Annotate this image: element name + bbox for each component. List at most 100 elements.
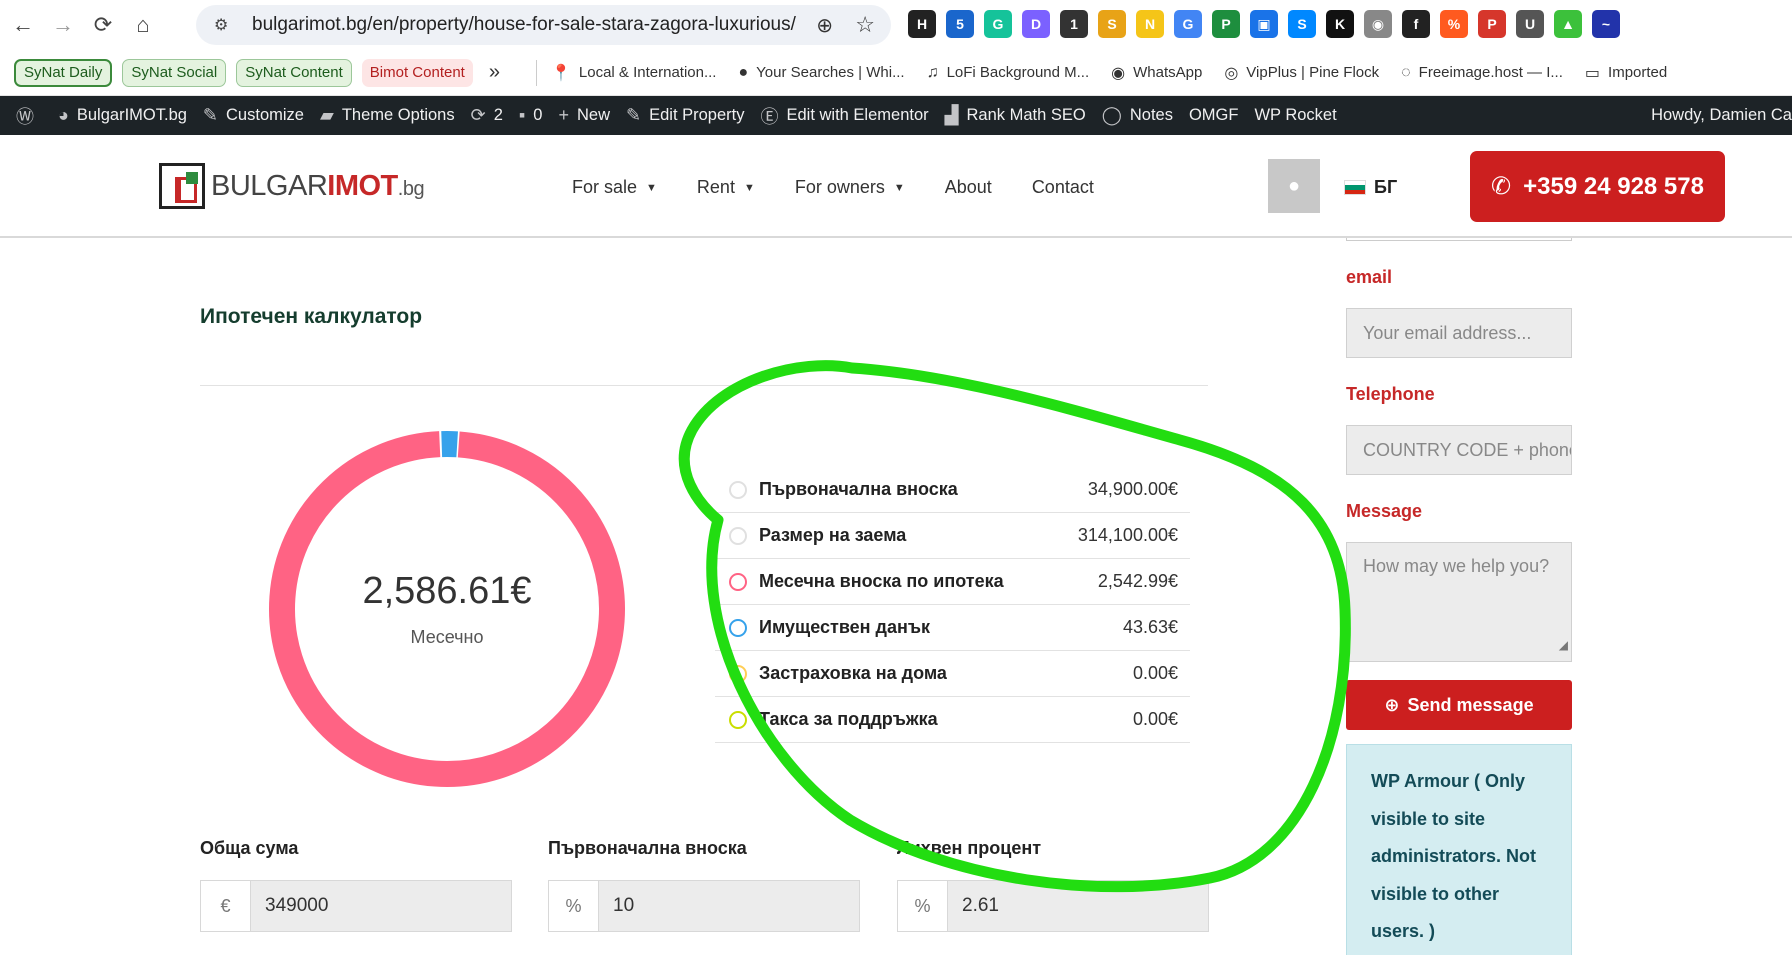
more-bookmarks-icon[interactable]: » <box>489 61 500 84</box>
calculator-input[interactable]: % 10 <box>548 880 860 932</box>
wp-bar-item[interactable]: WP Rocket <box>1254 106 1336 125</box>
breakdown-label: Застраховка на дома <box>759 663 947 683</box>
bookmark-pill[interactable]: SyNat Daily <box>14 58 113 87</box>
wp-bar-item[interactable]: ✎ Customize <box>203 105 304 126</box>
phone-button[interactable]: ✆ +359 24 928 578 <box>1470 151 1725 222</box>
legend-dot-icon[interactable] <box>729 664 747 683</box>
color-icon[interactable]: % <box>1440 10 1468 38</box>
user-avatar-icon[interactable]: ● <box>1268 159 1320 213</box>
thumb-icon[interactable]: ▲ <box>1554 10 1582 38</box>
forward-icon[interactable]: → <box>46 8 80 42</box>
camera-icon[interactable]: ◉ <box>1364 10 1392 38</box>
extensions-row: H 5 G D 1 S N G P ▣ S K ◉ f% P U ▲ ~ <box>908 10 1620 40</box>
howdy-text[interactable]: Howdy, Damien Ca <box>1651 106 1792 125</box>
wp-bar-item[interactable]: ⟳ 2 <box>471 105 503 126</box>
input-value[interactable]: 349000 <box>251 881 511 931</box>
screen-icon[interactable]: ▣ <box>1250 10 1278 38</box>
menu-item[interactable]: Rent ▼ <box>697 177 755 198</box>
wp-bar-item[interactable]: ▪ 0 <box>519 105 543 126</box>
input-value[interactable]: 10 <box>599 881 859 931</box>
wp-bar-item[interactable]: Ⓦ <box>16 103 42 129</box>
analytics-icon[interactable]: ~ <box>1592 10 1620 38</box>
shazam-icon[interactable]: S <box>1288 10 1316 38</box>
back-icon[interactable]: ← <box>6 8 40 42</box>
caret-down-icon: ▼ <box>646 181 657 194</box>
logo-text: BULGARIMOT.bg <box>211 169 425 202</box>
bookmark-item[interactable]: ◌ Freeimage.host — I... <box>1401 64 1563 82</box>
zoom-icon[interactable]: ⊕ <box>816 13 833 38</box>
pick-icon[interactable]: P <box>1478 10 1506 38</box>
menu-item[interactable]: For sale ▼ <box>572 177 657 198</box>
wp-bar-label: Edit Property <box>649 106 745 124</box>
reload-icon[interactable]: ⟳ <box>86 8 120 42</box>
wp-bar-item[interactable]: + New <box>558 105 610 126</box>
url-text[interactable]: bulgarimot.bg/en/property/house-for-sale… <box>252 14 796 36</box>
contact-form: email Your email address... Telephone CO… <box>1346 238 1572 955</box>
input-prefix: % <box>549 881 599 931</box>
font-icon[interactable]: f <box>1402 10 1430 38</box>
calculator-input[interactable]: €349000 <box>200 880 512 932</box>
seo-icon[interactable]: S <box>1098 10 1126 38</box>
wp-bar-item[interactable]: ◕ BulgarIMOT.bg <box>58 105 187 126</box>
bookmark-item[interactable]: ♫ LoFi Background M... <box>927 64 1090 82</box>
bookmark-item[interactable]: ● Your Searches | Whi... <box>738 64 904 82</box>
monitor-icon[interactable]: 1 <box>1060 10 1088 38</box>
send-message-button[interactable]: ⊕ Send message <box>1346 680 1572 730</box>
resize-handle-icon[interactable]: ◢ <box>1559 632 1568 659</box>
ublock-icon[interactable]: U <box>1516 10 1544 38</box>
bookmark-item[interactable]: ▭ Imported <box>1585 63 1667 83</box>
bookmark-item[interactable]: ◎ VipPlus | Pine Flock <box>1224 63 1379 83</box>
calculator-input[interactable]: % 2.61 <box>897 880 1209 932</box>
address-bar[interactable]: ⚙ bulgarimot.bg/en/property/house-for-sa… <box>196 5 891 45</box>
caret-down-icon: ▼ <box>893 181 905 194</box>
email-field[interactable]: Your email address... <box>1346 308 1572 358</box>
site-logo[interactable]: BULGARIMOT.bg <box>159 163 425 209</box>
wp-bar-label: Edit with Elementor <box>786 106 929 124</box>
folder-icon: ▭ <box>1584 64 1601 82</box>
wp-bar-item[interactable]: ▟ Rank Math SEO <box>945 105 1086 126</box>
notes-icon[interactable]: N <box>1136 10 1164 38</box>
legend-dot-icon[interactable] <box>729 572 747 591</box>
language-switcher[interactable]: БГ <box>1344 177 1397 198</box>
wp-bar-item[interactable]: ◯ Notes <box>1102 105 1173 126</box>
legend-dot-icon[interactable] <box>729 618 747 637</box>
bookmark-pill[interactable]: SyNat Content <box>236 58 352 87</box>
translate-icon[interactable]: G <box>1174 10 1202 38</box>
legend-dot-icon[interactable] <box>729 526 747 545</box>
home-icon[interactable]: ⌂ <box>126 8 160 42</box>
bookmark-pill[interactable]: Bimot Content <box>361 58 473 87</box>
bookmark-item[interactable]: ◉ WhatsApp <box>1111 63 1202 83</box>
menu-item[interactable]: About <box>945 177 992 198</box>
wp-bar-item[interactable]: OMGF <box>1189 106 1239 125</box>
pause-icon[interactable]: P <box>1212 10 1240 38</box>
browser-toolbar: ← → ⟳ ⌂ ⚙ bulgarimot.bg/en/property/hous… <box>0 0 1792 50</box>
wp-bar-item[interactable]: Ⓔ Edit with Elementor <box>760 103 928 129</box>
bookmark-pill[interactable]: SyNat Social <box>122 58 227 87</box>
buffer-icon[interactable]: 5 <box>946 10 974 38</box>
menu-item[interactable]: Contact <box>1032 177 1094 198</box>
wp-howdy[interactable]: Howdy, Damien Ca <box>1651 96 1792 135</box>
grammarly-icon[interactable]: G <box>984 10 1012 38</box>
wp-bar-item[interactable]: ✎ Edit Property <box>626 105 744 126</box>
legend-dot-icon[interactable] <box>729 480 747 499</box>
telephone-field[interactable]: COUNTRY CODE + phone <box>1346 425 1572 475</box>
input-value[interactable]: 2.61 <box>948 881 1208 931</box>
lang-label[interactable]: БГ <box>1374 177 1397 198</box>
hashnode-icon[interactable]: H <box>908 10 936 38</box>
breakdown-row: Първоначална вноска 34,900.00€ <box>715 467 1190 513</box>
elementor-icon: Ⓔ <box>760 106 779 127</box>
wp-bar-item[interactable]: ▰ Theme Options <box>320 105 455 126</box>
dot-icon[interactable]: D <box>1022 10 1050 38</box>
message-field[interactable]: How may we help you? ◢ <box>1346 542 1572 662</box>
breakdown-label: Размер на заема <box>759 525 907 545</box>
bookmark-item[interactable]: 📍 Local & Internation... <box>551 63 717 83</box>
k-icon[interactable]: K <box>1326 10 1354 38</box>
menu-item[interactable]: For owners ▼ <box>795 177 905 198</box>
wp-armour-notice: WP Armour ( Only visible to site adminis… <box>1346 744 1572 955</box>
breakdown-value: 34,900.00€ <box>1087 479 1178 499</box>
wordpress-icon: Ⓦ <box>16 106 34 127</box>
legend-dot-icon[interactable] <box>729 710 747 729</box>
site-info-icon[interactable]: ⚙ <box>214 15 238 35</box>
bookmark-star-icon[interactable]: ☆ <box>855 12 875 38</box>
payment-breakdown: Първоначална вноска 34,900.00€ Размер на з… <box>715 467 1190 743</box>
